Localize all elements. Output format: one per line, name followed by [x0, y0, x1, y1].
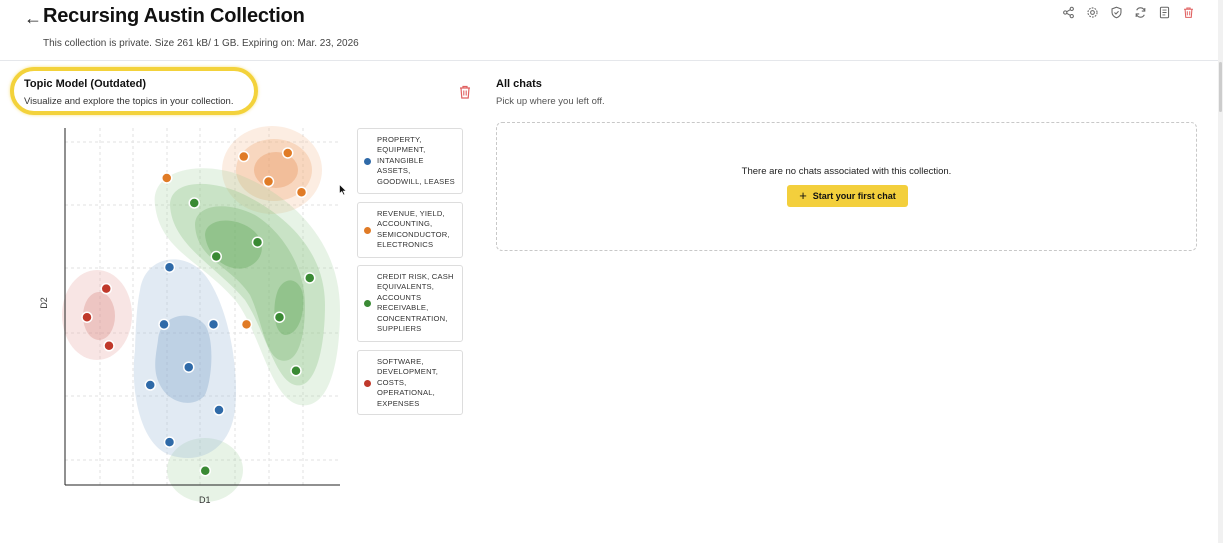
y-axis-label: D2 — [38, 297, 49, 309]
all-chats-description: Pick up where you left off. — [496, 96, 605, 107]
topic-point[interactable] — [81, 311, 93, 323]
topic-point[interactable] — [290, 365, 302, 377]
legend-item-revenue[interactable]: REVENUE, YIELD, ACCOUNTING, SEMICONDUCTO… — [357, 202, 463, 258]
legend-dot-green — [364, 300, 371, 307]
chats-empty-state: There are no chats associated with this … — [496, 122, 1197, 251]
mouse-cursor-icon — [339, 184, 347, 196]
empty-chats-message: There are no chats associated with this … — [741, 166, 952, 177]
topic-point[interactable] — [199, 464, 211, 477]
topic-point[interactable] — [163, 261, 176, 273]
legend-dot-orange — [364, 227, 371, 234]
document-icon[interactable] — [1156, 4, 1172, 20]
topic-point[interactable] — [251, 236, 264, 248]
topic-point[interactable] — [273, 311, 286, 323]
topic-point[interactable] — [183, 361, 195, 373]
topic-point[interactable] — [295, 186, 308, 199]
topic-point[interactable] — [282, 147, 294, 159]
gear-icon[interactable] — [1084, 4, 1100, 20]
legend-dot-blue — [364, 158, 371, 165]
share-icon[interactable] — [1060, 4, 1076, 20]
legend-item-software[interactable]: SOFTWARE, DEVELOPMENT, COSTS, OPERATIONA… — [357, 350, 463, 415]
start-first-chat-button[interactable]: + Start your first chat — [787, 185, 908, 207]
toolbar — [1060, 4, 1196, 20]
topic-point[interactable] — [144, 379, 156, 391]
topic-point[interactable] — [188, 197, 200, 209]
topic-point[interactable] — [304, 272, 316, 284]
shield-icon[interactable] — [1108, 4, 1124, 20]
topic-point[interactable] — [213, 404, 225, 416]
legend-label: PROPERTY, EQUIPMENT, INTANGIBLE ASSETS, … — [377, 135, 455, 186]
x-axis-label: D1 — [199, 495, 211, 505]
start-chat-label: Start your first chat — [812, 191, 896, 201]
page-scrollbar[interactable] — [1218, 0, 1223, 543]
red-density — [62, 270, 132, 360]
topic-point[interactable] — [163, 436, 176, 448]
legend-item-credit-risk[interactable]: CREDIT RISK, CASH EQUIVALENTS, ACCOUNTS … — [357, 265, 463, 342]
topic-point[interactable] — [158, 318, 170, 331]
legend-label: SOFTWARE, DEVELOPMENT, COSTS, OPERATIONA… — [377, 357, 439, 408]
trash-icon[interactable] — [1180, 4, 1196, 20]
legend-item-property[interactable]: PROPERTY, EQUIPMENT, INTANGIBLE ASSETS, … — [357, 128, 463, 194]
topic-point[interactable] — [238, 150, 250, 163]
legend-label: CREDIT RISK, CASH EQUIVALENTS, ACCOUNTS … — [377, 272, 454, 334]
legend-label: REVENUE, YIELD, ACCOUNTING, SEMICONDUCTO… — [377, 209, 450, 250]
topic-point[interactable] — [161, 172, 173, 184]
legend-dot-red — [364, 380, 371, 387]
topic-point[interactable] — [103, 340, 115, 352]
all-chats-title: All chats — [496, 78, 542, 90]
plus-icon: + — [799, 188, 807, 203]
topic-point[interactable] — [262, 175, 275, 188]
blue-density — [133, 259, 236, 458]
topic-point[interactable] — [207, 318, 220, 331]
topic-point[interactable] — [240, 318, 253, 331]
topic-point[interactable] — [210, 250, 222, 263]
topic-point[interactable] — [100, 282, 112, 295]
refresh-icon[interactable] — [1132, 4, 1148, 20]
topic-scatter-plot[interactable] — [0, 0, 360, 520]
delete-topic-model-icon[interactable] — [458, 84, 472, 100]
